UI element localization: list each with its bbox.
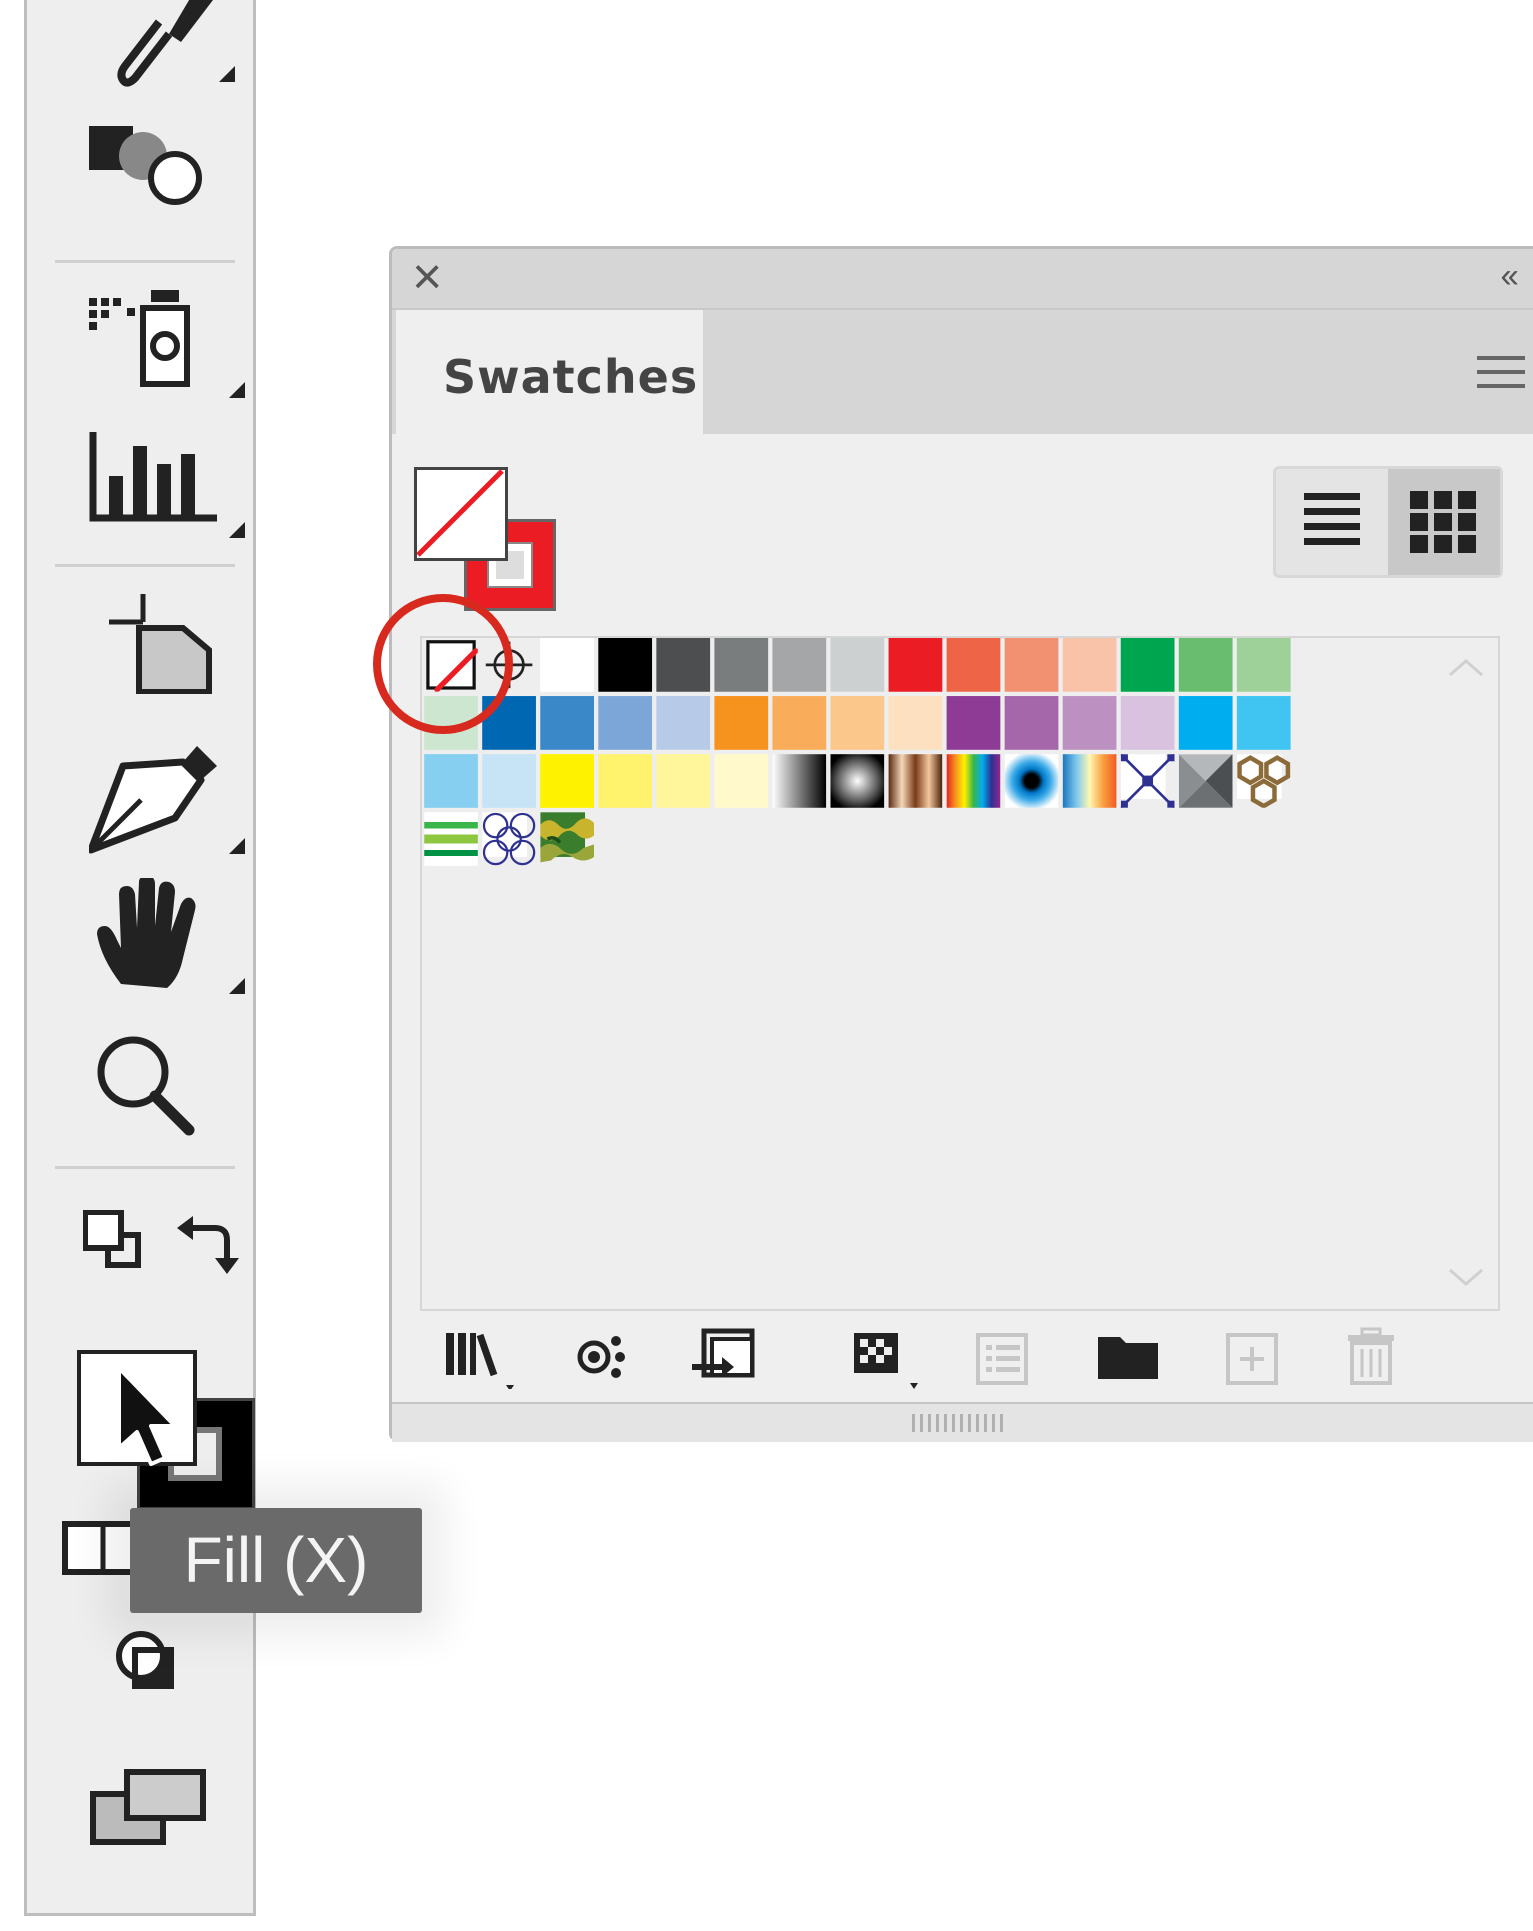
swatch-gradient-blue-orange[interactable] <box>1062 754 1117 808</box>
new-color-group-icon[interactable] <box>1094 1331 1164 1392</box>
swatch-color[interactable] <box>888 638 943 692</box>
panel-tab-strip: Swatches <box>392 310 1533 436</box>
swatch-color[interactable] <box>1178 696 1233 750</box>
fill-tooltip: Fill (X) <box>130 1508 422 1613</box>
swatch-color[interactable] <box>540 638 594 692</box>
shape-builder-icon[interactable] <box>87 122 227 212</box>
swatch-color[interactable] <box>424 754 478 808</box>
default-fill-stroke-icon[interactable] <box>83 1210 153 1280</box>
list-view-button[interactable] <box>1276 469 1388 575</box>
swatch-color[interactable] <box>714 696 769 750</box>
tab-label: Swatches <box>443 350 699 404</box>
swatch-grid <box>420 636 1500 1311</box>
fill-stroke-proxy[interactable] <box>414 467 556 613</box>
swatch-color[interactable] <box>598 696 653 750</box>
collapse-icon[interactable]: ‹‹ <box>1500 257 1519 296</box>
swatch-color[interactable] <box>1120 638 1175 692</box>
grid-view-button[interactable] <box>1388 469 1500 575</box>
add-to-library-icon[interactable] <box>688 1327 758 1394</box>
swatch-color[interactable] <box>830 638 885 692</box>
symbol-sprayer-icon[interactable] <box>87 290 247 400</box>
tool-divider <box>55 564 235 567</box>
swatch-color[interactable] <box>656 638 711 692</box>
scroll-down-icon[interactable] <box>1448 1268 1484 1293</box>
swatch-color[interactable] <box>1178 638 1233 692</box>
swatch-color[interactable] <box>1062 696 1117 750</box>
swap-fill-stroke-icon[interactable] <box>175 1206 245 1276</box>
tab-swatches[interactable]: Swatches <box>396 310 703 436</box>
swatch-color[interactable] <box>1120 696 1175 750</box>
swatch-gradient-spectrum[interactable] <box>946 754 1001 808</box>
resize-grip-icon[interactable] <box>912 1414 1008 1432</box>
artboard-icon[interactable] <box>83 594 233 694</box>
swatch-color[interactable] <box>598 754 653 808</box>
column-graph-icon[interactable] <box>87 430 247 540</box>
swatch-color[interactable] <box>1236 696 1291 750</box>
swatch-color[interactable] <box>772 696 827 750</box>
swatch-color[interactable] <box>1062 638 1117 692</box>
swatch-pattern-stripes[interactable] <box>424 812 478 866</box>
swatch-color[interactable] <box>830 696 885 750</box>
swatch-color[interactable] <box>656 696 711 750</box>
cursor-arrow-icon <box>113 1364 193 1474</box>
hand-icon[interactable] <box>91 878 251 998</box>
swatch-pattern-hex[interactable] <box>1236 754 1291 808</box>
swatch-pattern-lattice[interactable] <box>482 812 536 866</box>
swatch-color[interactable] <box>946 638 1001 692</box>
view-toggle <box>1273 466 1503 578</box>
tool-divider <box>55 1166 235 1169</box>
swatch-color[interactable] <box>540 696 594 750</box>
swatch-color[interactable] <box>540 754 594 808</box>
swatch-color[interactable] <box>714 754 769 808</box>
swatch-options-icon <box>974 1331 1034 1392</box>
tool-divider <box>55 260 235 263</box>
swatch-color[interactable] <box>772 638 827 692</box>
swatch-gradient-linear-bw[interactable] <box>772 754 827 808</box>
panel-resize-bar[interactable] <box>392 1402 1533 1442</box>
eyedropper-icon[interactable] <box>85 0 245 100</box>
swatch-color[interactable] <box>1236 638 1291 692</box>
panel-menu-icon[interactable] <box>1477 354 1525 397</box>
color-themes-icon[interactable] <box>576 1331 636 1392</box>
show-swatch-kinds-icon[interactable] <box>850 1329 930 1394</box>
panel-titlebar[interactable]: × ‹‹ <box>392 249 1533 310</box>
draw-mode-icon[interactable] <box>113 1630 193 1690</box>
swatch-color[interactable] <box>656 754 711 808</box>
swatch-color[interactable] <box>482 754 536 808</box>
tools-panel <box>24 0 256 1916</box>
fill-proxy-none[interactable] <box>414 467 508 561</box>
swatch-libraries-menu-icon[interactable] <box>444 1329 524 1394</box>
swatch-color[interactable] <box>598 638 653 692</box>
swatch-gradient-radial-bw[interactable] <box>830 754 885 808</box>
new-swatch-icon <box>1224 1331 1284 1392</box>
swatch-gradient-blue-eye[interactable] <box>1004 754 1059 808</box>
zoom-icon[interactable] <box>93 1030 223 1140</box>
swatch-color[interactable] <box>1004 638 1059 692</box>
swatch-pattern-camo[interactable] <box>540 812 594 866</box>
swatch-color[interactable] <box>946 696 1001 750</box>
screen-mode-icon[interactable] <box>89 1768 209 1848</box>
swatch-color[interactable] <box>714 638 769 692</box>
swatch-pattern-pyramid[interactable] <box>1178 754 1233 808</box>
close-icon[interactable]: × <box>412 249 442 305</box>
swatches-panel: × ‹‹ Swatches <box>373 246 1533 1442</box>
swatch-color[interactable] <box>888 696 943 750</box>
scroll-up-icon[interactable] <box>1448 652 1484 684</box>
swatch-gradient-copper[interactable] <box>888 754 943 808</box>
delete-swatch-icon <box>1344 1327 1400 1392</box>
swatch-pattern-diamond[interactable] <box>1120 754 1175 808</box>
swatch-color[interactable] <box>1004 696 1059 750</box>
highlight-ring <box>372 593 514 735</box>
pen-icon[interactable] <box>89 738 249 858</box>
